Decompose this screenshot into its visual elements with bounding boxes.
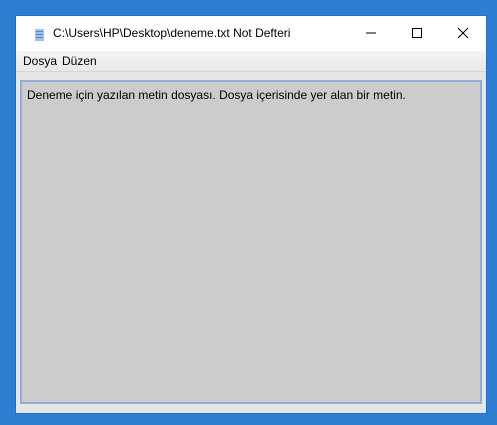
editor-text: Deneme için yazılan metin dosyası. Dosya… bbox=[27, 88, 406, 102]
close-icon bbox=[457, 27, 469, 39]
maximize-icon bbox=[412, 28, 422, 38]
notepad-icon bbox=[35, 28, 44, 41]
text-editor[interactable]: Deneme için yazılan metin dosyası. Dosya… bbox=[20, 80, 482, 404]
minimize-icon bbox=[366, 32, 376, 34]
close-button[interactable] bbox=[440, 16, 486, 48]
content-area: Deneme için yazılan metin dosyası. Dosya… bbox=[16, 72, 486, 413]
menu-item-dosya[interactable]: Dosya bbox=[23, 54, 57, 68]
minimize-button[interactable] bbox=[348, 16, 394, 48]
maximize-button[interactable] bbox=[394, 16, 440, 48]
window-title: C:\Users\HP\Desktop\deneme.txt Not Defte… bbox=[53, 26, 291, 40]
menu-bar: Dosya Düzen bbox=[16, 51, 486, 72]
title-bar[interactable]: C:\Users\HP\Desktop\deneme.txt Not Defte… bbox=[16, 16, 486, 51]
menu-item-duzen[interactable]: Düzen bbox=[62, 54, 97, 68]
notepad-window: C:\Users\HP\Desktop\deneme.txt Not Defte… bbox=[15, 15, 487, 414]
